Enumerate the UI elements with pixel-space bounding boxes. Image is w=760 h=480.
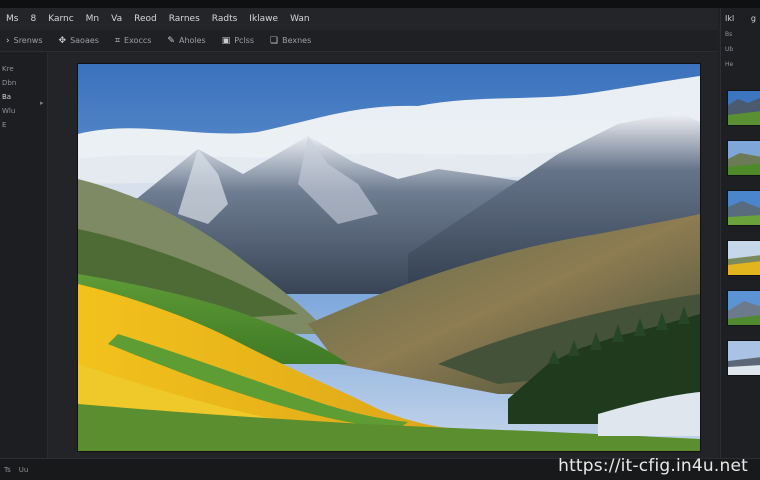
left-tools-panel: Kre Dbn Ba Wlu E ▸ [0, 53, 48, 458]
right-panel-row-3[interactable]: He [721, 53, 760, 68]
right-panel-row-1[interactable]: Bs [721, 23, 760, 38]
right-thumbnails-panel: Ikl g Bs Ub He [720, 8, 760, 458]
thumbnail-3[interactable] [727, 190, 760, 226]
mountain-landscape-illustration [78, 64, 700, 451]
status-item-1: Ts [4, 465, 11, 474]
watermark-url: https://it-cfig.in4u.net [558, 456, 748, 476]
tool-option-1[interactable]: › Srenws [6, 36, 43, 46]
thumbnail-2[interactable] [727, 140, 760, 176]
right-panel-row-2[interactable]: Ub [721, 38, 760, 53]
photo-editor-window: Ms 8 Karnc Mn Va Reod Rarnes Radts Iklaw… [0, 0, 760, 480]
image-icon: ▣ [221, 35, 231, 46]
chevron-icon: › [6, 35, 10, 46]
right-panel-title-right[interactable]: g [751, 14, 756, 23]
tool-option-2[interactable]: ✥ Saoaes [59, 36, 99, 46]
menu-item-8[interactable]: Radts [212, 14, 238, 24]
menu-item-3[interactable]: Karnc [48, 14, 73, 24]
menu-bar: Ms 8 Karnc Mn Va Reod Rarnes Radts Iklaw… [0, 8, 718, 30]
layer-icon: ❏ [270, 35, 279, 46]
right-panel-title: Ikl [725, 14, 735, 23]
left-panel-item-2[interactable]: Dbn [2, 79, 47, 87]
tool-option-3[interactable]: ⌗ Exoccs [115, 36, 151, 46]
left-panel-item-5[interactable]: E [2, 121, 47, 129]
title-bar [0, 0, 760, 8]
status-item-2: Uu [18, 465, 29, 474]
crop-icon: ⌗ [114, 35, 121, 46]
move-icon: ✥ [58, 35, 67, 46]
tool-option-4[interactable]: ✎ Aholes [167, 36, 205, 46]
menu-item-6[interactable]: Reod [134, 14, 157, 24]
left-panel-item-1[interactable]: Kre [2, 65, 47, 73]
tool-options-bar: › Srenws ✥ Saoaes ⌗ Exoccs ✎ Aholes ▣ Pc… [0, 30, 718, 52]
thumbnail-image-2 [728, 141, 760, 175]
tool-option-6[interactable]: ❏ Bexnes [270, 36, 311, 46]
tool-option-5[interactable]: ▣ Pclss [222, 36, 254, 46]
menu-item-9[interactable]: Iklawe [249, 14, 278, 24]
thumbnail-1[interactable] [727, 90, 760, 126]
menu-item-10[interactable]: Wan [290, 14, 310, 24]
menu-item-5[interactable]: Va [111, 14, 122, 24]
landscape-image[interactable] [77, 63, 701, 452]
thumbnail-6[interactable] [727, 340, 760, 376]
brush-icon: ✎ [167, 35, 175, 46]
thumbnail-image-3 [728, 191, 760, 225]
menu-item-1[interactable]: Ms [6, 14, 18, 24]
panel-collapse-icon[interactable]: ▸ [40, 99, 44, 107]
menu-item-7[interactable]: Rarnes [169, 14, 200, 24]
thumbnail-image-4 [728, 241, 760, 275]
thumbnail-5[interactable] [727, 290, 760, 326]
left-panel-item-4[interactable]: Wlu [2, 107, 47, 115]
thumbnail-image-1 [728, 91, 760, 125]
thumbnail-image-5 [728, 291, 760, 325]
right-panel-header: Ikl g [721, 8, 760, 23]
thumbnail-4[interactable] [727, 240, 760, 276]
menu-item-4[interactable]: Mn [86, 14, 99, 24]
menu-item-2[interactable]: 8 [30, 14, 36, 24]
thumbnail-image-6 [728, 341, 760, 375]
